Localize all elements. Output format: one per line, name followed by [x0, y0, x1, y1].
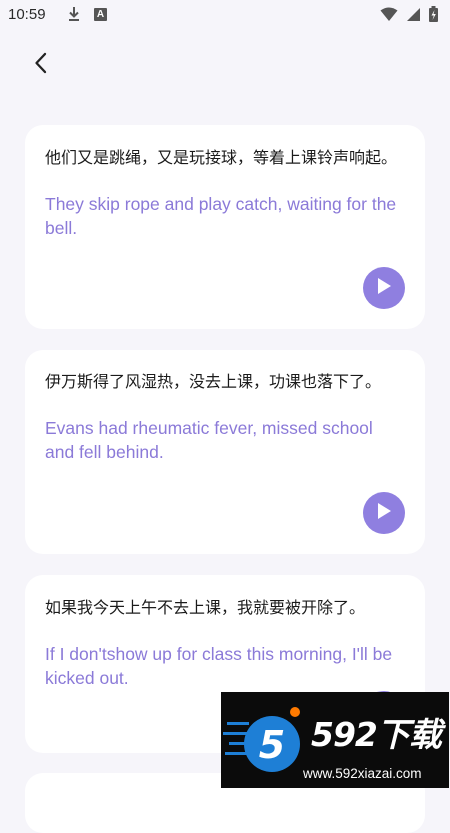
- english-translation: They skip rope and play catch, waiting f…: [45, 194, 397, 238]
- chevron-left-icon: [33, 51, 49, 79]
- battery-icon: [429, 6, 438, 26]
- watermark: 5 592下载 www.592xiazai.com: [221, 692, 449, 788]
- play-button[interactable]: [363, 267, 405, 309]
- watermark-url: www.592xiazai.com: [303, 766, 422, 781]
- status-time: 10:59: [8, 6, 46, 23]
- svg-text:5: 5: [259, 723, 285, 767]
- watermark-logo-text: 592下载: [311, 715, 442, 754]
- english-translation: Evans had rheumatic fever, missed school…: [45, 418, 373, 462]
- status-bar: 10:59 A: [0, 0, 450, 32]
- download-icon: [67, 6, 81, 26]
- sentence-card: 伊万斯得了风湿热，没去上课，功课也落下了。 Evans had rheumati…: [25, 350, 425, 554]
- play-icon: [376, 277, 392, 299]
- chinese-sentence: 他们又是跳绳，又是玩接球，等着上课铃声响起。: [45, 148, 398, 167]
- sentence-card: 他们又是跳绳，又是玩接球，等着上课铃声响起。 They skip rope an…: [25, 125, 425, 329]
- watermark-logo-icon: 5: [223, 707, 300, 772]
- play-button[interactable]: [363, 492, 405, 534]
- english-translation: If I don'tshow up for class this morning…: [45, 644, 393, 688]
- back-button[interactable]: [26, 50, 56, 80]
- play-icon: [376, 502, 392, 524]
- status-icons: [380, 6, 438, 26]
- chinese-sentence: 如果我今天上午不去上课，我就要被开除了。: [45, 598, 366, 617]
- chinese-sentence: 伊万斯得了风湿热，没去上课，功课也落下了。: [45, 372, 382, 391]
- notification-a-icon: A: [94, 8, 107, 21]
- wifi-icon: [380, 7, 398, 26]
- signal-icon: [406, 7, 421, 26]
